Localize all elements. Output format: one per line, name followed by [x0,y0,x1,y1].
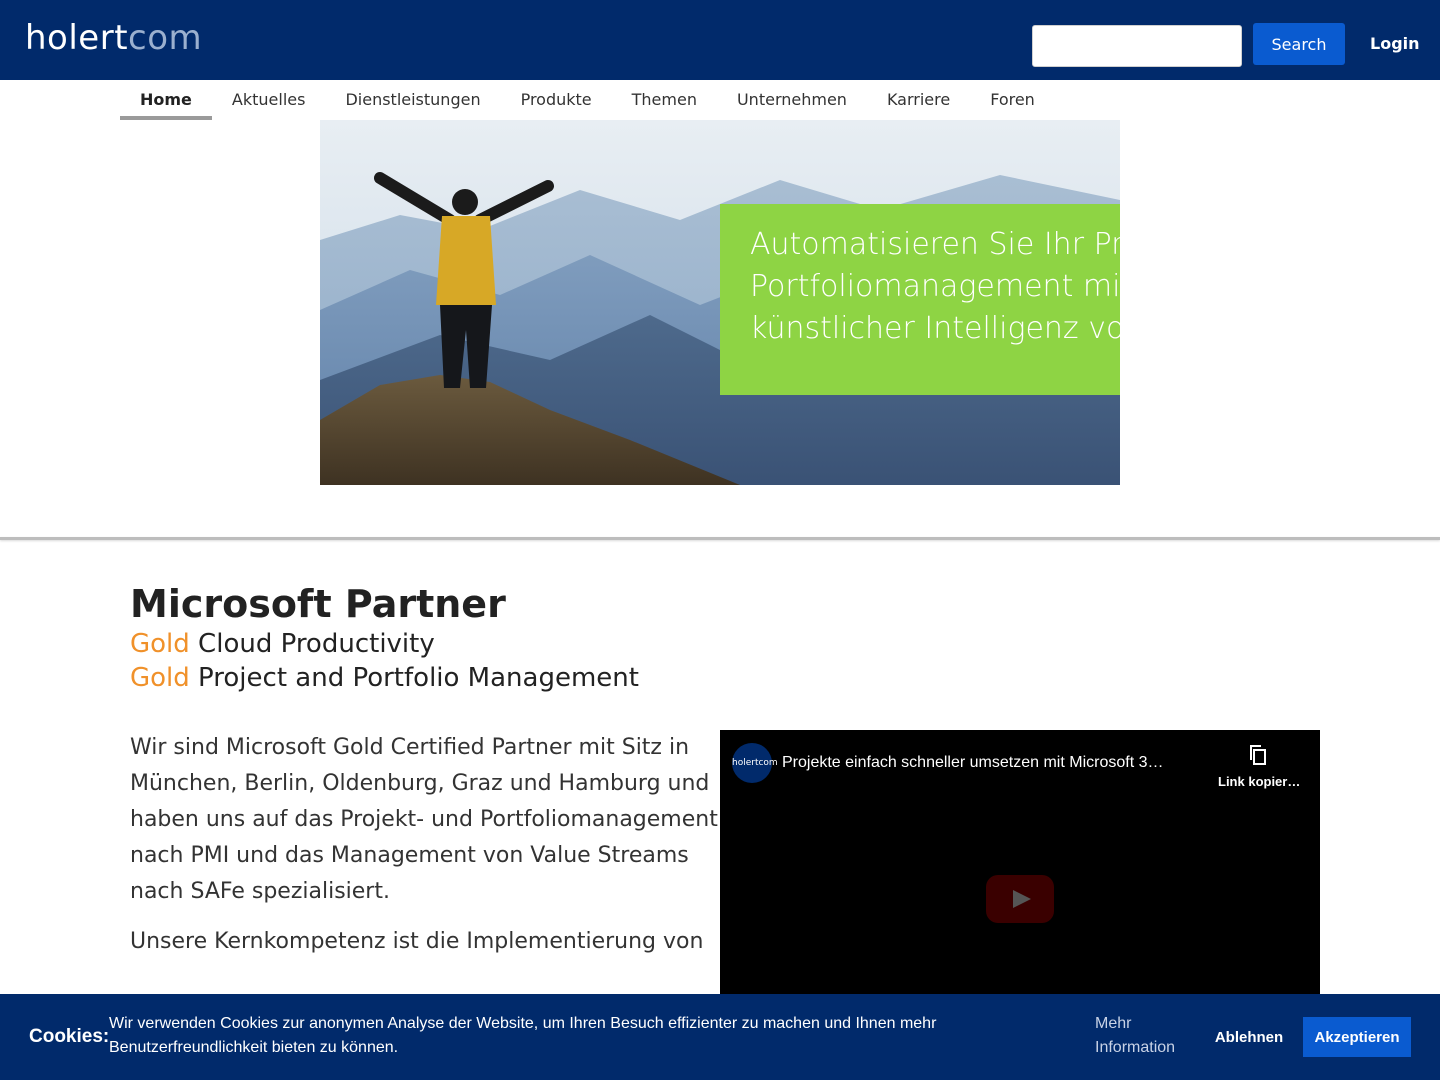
main-nav: Home Aktuelles Dienstleistungen Produkte… [120,80,1055,120]
nav-item-home[interactable]: Home [120,80,212,120]
nav-item-dienstleistungen[interactable]: Dienstleistungen [325,80,500,120]
logo-text-com: com [128,18,203,58]
nav-item-unternehmen[interactable]: Unternehmen [717,80,867,120]
intro-paragraph-2: Unsere Kernkompetenz ist die Implementie… [130,929,704,954]
hero-green-box: Automatisieren Sie Ihr Projek Portfoliom… [720,204,1120,395]
partner-line-ppm: Gold Project and Portfolio Management [130,661,639,695]
play-icon[interactable] [986,875,1054,923]
search-button[interactable]: Search [1253,23,1345,65]
nav-item-karriere[interactable]: Karriere [867,80,970,120]
partner-line-cloud-text: Cloud Productivity [189,629,435,659]
partner-line-ppm-text: Project and Portfolio Management [189,663,639,693]
channel-avatar[interactable]: holertcom [732,743,778,783]
login-link[interactable]: Login [1370,33,1420,55]
logo-text-holert: holert [25,18,129,58]
copy-icon [1250,745,1266,765]
hero-line-3: künstlicher Intelligenz von M [750,311,1120,346]
nav-item-foren[interactable]: Foren [970,80,1055,120]
cookie-accept-button[interactable]: Akzeptieren [1303,1017,1411,1057]
intro-paragraph-1: Wir sind Microsoft Gold Certified Partne… [130,735,718,904]
cookie-text: Wir verwenden Cookies zur anonymen Analy… [109,1015,937,1056]
gold-badge-text: Gold [130,629,190,659]
cookie-more-info-link[interactable]: Mehr Information [1095,1012,1195,1060]
top-header: holertcom Search Login [0,0,1440,80]
hero-line-2: Portfoliomanagement mit Co [750,269,1120,304]
copy-link-label: Link kopier… [1218,774,1301,789]
nav-item-themen[interactable]: Themen [612,80,717,120]
section-divider [0,537,1440,540]
gold-badge-text: Gold [130,663,190,693]
video-title[interactable]: Projekte einfach schneller umsetzen mit … [782,752,1212,774]
intro-text: Wir sind Microsoft Gold Certified Partne… [130,730,720,974]
cookie-decline-button[interactable]: Ablehnen [1204,1017,1294,1057]
page-title: Microsoft Partner [130,582,506,626]
hero-banner[interactable]: Automatisieren Sie Ihr Projek Portfoliom… [320,120,1120,485]
cookie-label: Cookies: [29,1026,110,1047]
nav-item-aktuelles[interactable]: Aktuelles [212,80,326,120]
cookie-banner: Cookies: Wir verwenden Cookies zur anony… [0,994,1440,1080]
hero-headline: Automatisieren Sie Ihr Projek Portfoliom… [750,224,1120,350]
hero-line-1: Automatisieren Sie Ihr Projek [750,227,1120,262]
partner-line-cloud: Gold Cloud Productivity [130,627,435,661]
site-logo[interactable]: holertcom [25,16,202,60]
copy-link-button[interactable]: Link kopier… [1218,744,1301,789]
search-input[interactable] [1032,25,1242,67]
nav-item-produkte[interactable]: Produkte [501,80,612,120]
